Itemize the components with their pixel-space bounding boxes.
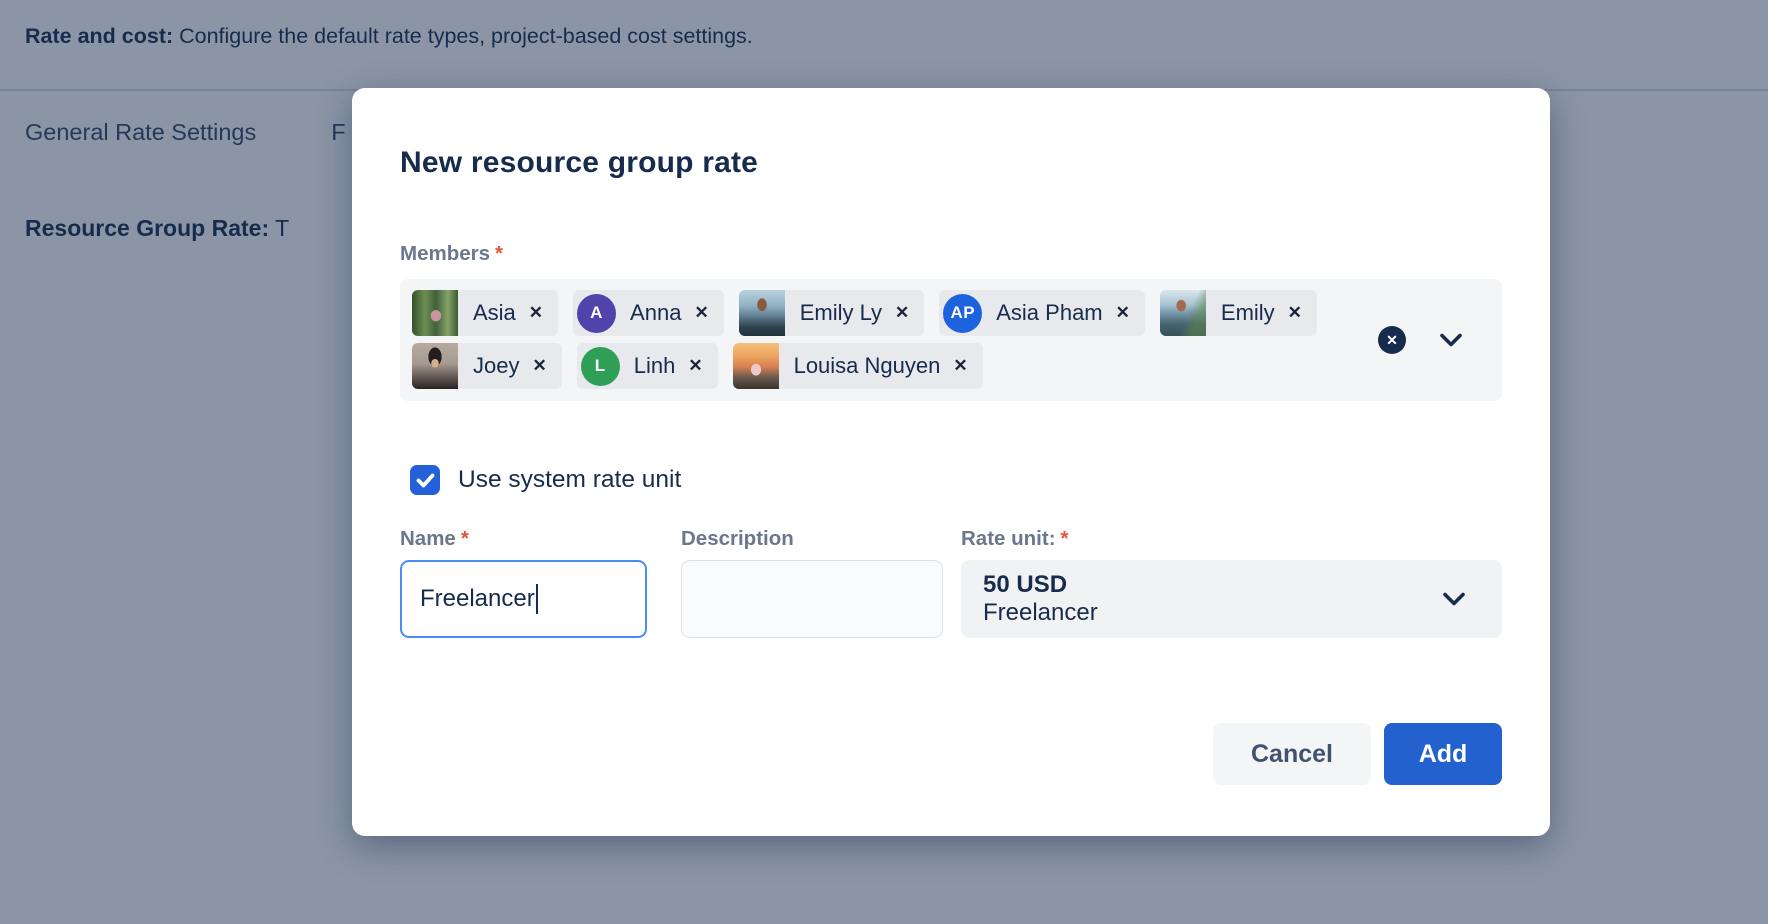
member-chip-list: Asia ✕ A Anna ✕ Emily Ly ✕ AP Asia Pham … — [412, 290, 1352, 389]
rate-unit-value: 50 USD — [983, 571, 1502, 599]
required-asterisk: * — [461, 527, 469, 550]
field-labels-row: Name* Description Rate unit:* — [400, 527, 1502, 551]
members-label-text: Members — [400, 242, 490, 265]
new-resource-group-rate-dialog: New resource group rate Members* Asia ✕ … — [352, 88, 1550, 836]
description-input[interactable] — [681, 560, 943, 638]
remove-member-icon[interactable]: ✕ — [1288, 303, 1302, 323]
rate-unit-label: Rate unit:* — [961, 527, 1502, 551]
remove-member-icon[interactable]: ✕ — [532, 356, 546, 376]
member-name: Louisa Nguyen — [794, 353, 941, 379]
field-inputs-row: Freelancer 50 USD Freelancer — [400, 560, 1502, 638]
avatar-photo — [733, 343, 779, 389]
avatar-initials: AP — [943, 294, 982, 333]
avatar-photo — [739, 290, 785, 336]
member-name: Asia — [473, 300, 516, 326]
member-name: Linh — [634, 353, 676, 379]
required-asterisk: * — [1061, 527, 1069, 550]
system-rate-unit-row: Use system rate unit — [410, 465, 1502, 495]
members-label: Members* — [400, 242, 1502, 266]
avatar-photo — [1160, 290, 1206, 336]
remove-member-icon[interactable]: ✕ — [694, 303, 708, 323]
rate-unit-chevron-down-icon — [1442, 592, 1466, 607]
dialog-actions: Cancel Add — [400, 723, 1502, 785]
text-caret — [536, 584, 538, 614]
remove-member-icon[interactable]: ✕ — [1116, 303, 1130, 323]
member-name: Anna — [630, 300, 681, 326]
member-chip-anna: A Anna ✕ — [573, 290, 724, 336]
member-chip-asia-pham: AP Asia Pham ✕ — [939, 290, 1145, 336]
member-chip-emily-ly: Emily Ly ✕ — [739, 290, 925, 336]
system-rate-checkbox[interactable] — [410, 465, 440, 495]
name-label-text: Name — [400, 527, 456, 550]
remove-member-icon[interactable]: ✕ — [895, 303, 909, 323]
rate-unit-name: Freelancer — [983, 599, 1502, 627]
member-chip-joey: Joey ✕ — [412, 343, 562, 389]
members-multiselect-field[interactable]: Asia ✕ A Anna ✕ Emily Ly ✕ AP Asia Pham … — [400, 279, 1502, 401]
member-name: Asia Pham — [996, 300, 1102, 326]
member-name: Joey — [473, 353, 519, 379]
clear-all-members-icon[interactable]: ✕ — [1378, 326, 1406, 354]
remove-member-icon[interactable]: ✕ — [529, 303, 543, 323]
cancel-button[interactable]: Cancel — [1213, 723, 1371, 785]
description-label: Description — [681, 527, 943, 551]
member-chip-louisa-nguyen: Louisa Nguyen ✕ — [733, 343, 983, 389]
remove-member-icon[interactable]: ✕ — [688, 356, 702, 376]
name-label: Name* — [400, 527, 647, 551]
name-input-value: Freelancer — [420, 585, 535, 613]
member-chip-linh: L Linh ✕ — [577, 343, 718, 389]
member-name: Emily — [1221, 300, 1275, 326]
required-asterisk: * — [495, 242, 503, 265]
avatar-photo — [412, 343, 458, 389]
member-chip-asia: Asia ✕ — [412, 290, 558, 336]
member-chip-emily: Emily ✕ — [1160, 290, 1317, 336]
rate-unit-select[interactable]: 50 USD Freelancer — [961, 560, 1502, 638]
members-chevron-down-icon[interactable] — [1439, 333, 1463, 348]
member-name: Emily Ly — [800, 300, 882, 326]
remove-member-icon[interactable]: ✕ — [953, 356, 967, 376]
avatar-initials: A — [577, 294, 616, 333]
avatar-initials: L — [581, 347, 620, 386]
dialog-title: New resource group rate — [400, 146, 1502, 180]
system-rate-checkbox-label[interactable]: Use system rate unit — [458, 466, 681, 494]
avatar-photo — [412, 290, 458, 336]
add-button[interactable]: Add — [1384, 723, 1502, 785]
rate-unit-label-text: Rate unit: — [961, 527, 1056, 550]
name-input[interactable]: Freelancer — [400, 560, 647, 638]
